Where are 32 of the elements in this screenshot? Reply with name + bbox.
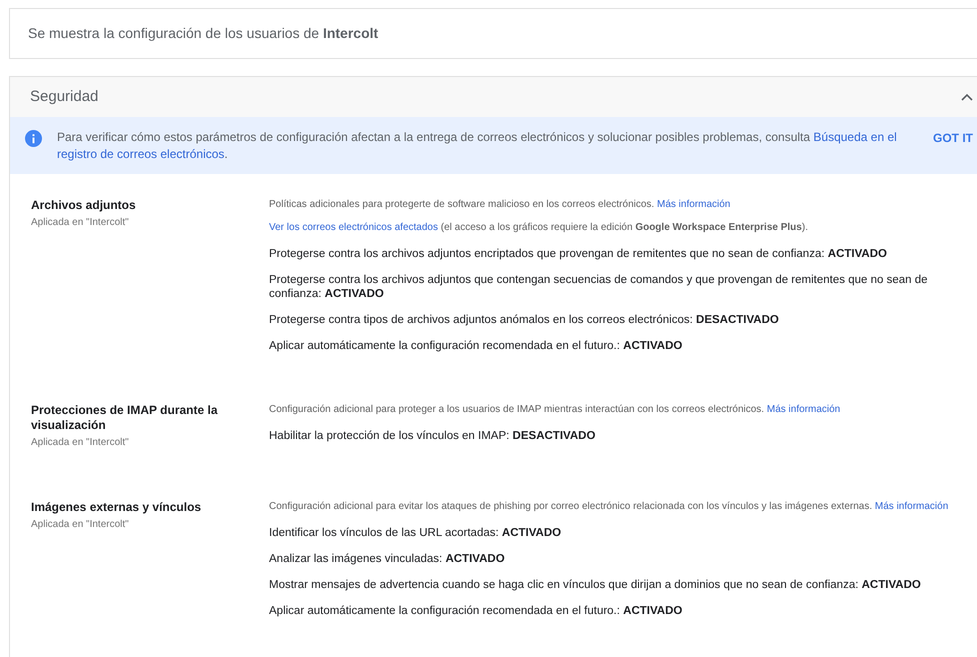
applied-label: Aplicada en "Intercolt": [31, 216, 130, 230]
group-title: Imágenes externas y vínculos: [31, 500, 202, 515]
setting-text: Mostrar mensajes de advertencia cuando se haga clic en vínculos que dirijan a dominios que no sean de confianza: ACTIVADO: [269, 578, 922, 592]
banner-text: Para verificar cómo estos parámetros de configuración afectan a la entrega de correos electrónicos y solucionar posibles problemas, consulta Búsqueda en el registro de correos electrónicos.: [57, 129, 898, 163]
setting-text: Protegerse contra tipos de archivos adjuntos anómalos en los correos electrónicos: DESACTIVADO: [269, 313, 780, 327]
more-info-link[interactable]: Más información: [766, 404, 840, 415]
setting-text: Analizar las imágenes vinculadas: ACTIVADO: [269, 552, 506, 566]
setting-text: Identificar los vínculos de las URL acortadas: ACTIVADO: [269, 526, 562, 540]
setting-text: Protegerse contra los archivos adjuntos encriptados que provengan de remitentes que no sean de confianza: ACTIVADO: [269, 247, 888, 261]
group-title: Archivos adjuntos: [31, 198, 137, 213]
setting-text: Aplicar automáticamente la configuración recomendada en el futuro.: ACTIVADO: [269, 604, 684, 618]
log-search-link[interactable]: registro de correos electrónicos: [57, 147, 224, 161]
applied-label: Aplicada en "Intercolt": [31, 518, 130, 532]
got-it-button[interactable]: GOT IT: [933, 129, 973, 147]
collapse-icon[interactable]: [961, 93, 973, 101]
setting-text: Aplicar automáticamente la configuración recomendada en el futuro.: ACTIVADO: [269, 339, 684, 353]
setting-text: Protegerse contra los archivos adjuntos que contengan secuencias de comandos y que provengan de remitentes que no sean de confianza: ACTIVADO: [269, 273, 928, 301]
info-icon: [25, 130, 42, 147]
group-title: Protecciones de IMAP durante la visualización: [31, 403, 219, 433]
affected-note: Ver los correos electrónicos afectados (el acceso a los gráficos requiere la edición Google Workspace Enterprise Plus).: [269, 221, 809, 235]
more-info-link[interactable]: Más información: [874, 501, 948, 512]
applied-label: Aplicada en "Intercolt": [31, 436, 130, 450]
more-info-link[interactable]: Más información: [656, 199, 730, 210]
affected-emails-link[interactable]: Ver los correos electrónicos afectados: [269, 222, 438, 233]
group-description: Políticas adicionales para protegerte de software malicioso en los correos electrónicos. Más información: [269, 198, 732, 212]
header-text: Se muestra la configuración de los usuarios de Intercolt: [28, 24, 378, 43]
section-header[interactable]: Seguridad: [10, 77, 977, 117]
setting-text: Habilitar la protección de los vínculos en IMAP: DESACTIVADO: [269, 429, 596, 443]
group-description: Configuración adicional para evitar los ataques de phishing por correo electrónico relacionada con los vínculos y las imágenes externas. Más información: [269, 500, 950, 514]
group-description: Configuración adicional para proteger a los usuarios de IMAP mientras interactúan con los correos electrónicos. Más información: [269, 403, 842, 417]
log-search-link[interactable]: Búsqueda en el: [813, 130, 897, 144]
section-title: Seguridad: [30, 86, 98, 107]
